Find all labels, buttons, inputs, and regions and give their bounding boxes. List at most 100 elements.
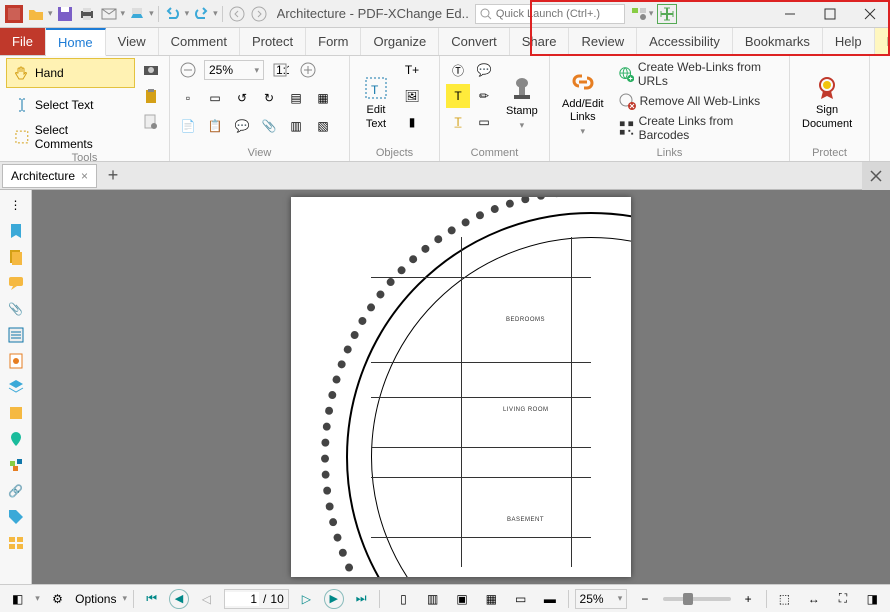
tab-protect[interactable]: Protect (240, 28, 306, 55)
stamp-button[interactable]: Stamp▾ (500, 58, 544, 147)
addedit-links-button[interactable]: Add/Edit Links▾ (556, 58, 610, 147)
fullscreen-icon[interactable]: ⛶ (831, 587, 854, 611)
page-viewer[interactable]: BEDROOMS LIVING ROOM BASEMENT (32, 190, 890, 584)
last-page-icon[interactable]: ⏭ (350, 587, 373, 611)
prev-page-button[interactable]: ◀ (169, 589, 188, 609)
search-input[interactable] (496, 8, 616, 20)
layout-facing-icon[interactable]: ▣ (450, 587, 473, 611)
print-icon[interactable] (77, 4, 97, 24)
sidebar-handle-icon[interactable]: ⋮ (5, 194, 27, 216)
3d-pane-icon[interactable] (5, 454, 27, 476)
tab-review[interactable]: Review (569, 28, 637, 55)
add-tab-button[interactable]: + (101, 164, 125, 188)
select-text-tool[interactable]: Select Text (6, 90, 135, 120)
tab-format[interactable]: Format (875, 28, 890, 55)
fields-pane-icon[interactable] (5, 324, 27, 346)
thumbnails-pane-icon[interactable] (5, 246, 27, 268)
fit-page-status-icon[interactable]: ⬚ (773, 587, 796, 611)
fit-width-icon[interactable]: ▭ (203, 86, 227, 110)
tab-accessibility[interactable]: Accessibility (637, 28, 733, 55)
create-weblinks-button[interactable]: Create Web-Links from URLs (614, 58, 783, 90)
signatures-pane-icon[interactable] (5, 350, 27, 372)
minimize-button[interactable] (770, 0, 810, 28)
tab-form[interactable]: Form (306, 28, 361, 55)
options-label[interactable]: Options (75, 592, 116, 606)
layout-continuous-icon[interactable]: ▥ (421, 587, 444, 611)
nav-next-icon[interactable] (249, 4, 269, 24)
tab-bookmarks[interactable]: Bookmarks (733, 28, 823, 55)
options-gear-icon[interactable]: ⚙ (46, 587, 69, 611)
view3-icon[interactable]: 💬 (230, 114, 254, 138)
left-panel-toggle-icon[interactable]: ◧ (6, 587, 29, 611)
undo-icon[interactable] (163, 4, 183, 24)
mail-icon[interactable] (99, 4, 119, 24)
comments-pane-icon[interactable] (5, 272, 27, 294)
note-icon[interactable]: 💬 (472, 58, 496, 82)
view4-icon[interactable]: ▥ (284, 114, 308, 138)
view2-icon[interactable]: 📋 (203, 114, 227, 138)
zoom-actual-icon[interactable]: 1:1 (268, 58, 292, 82)
document-tab[interactable]: Architecture× (2, 164, 97, 188)
page-number-field[interactable]: /10 (224, 589, 289, 609)
close-button[interactable] (850, 0, 890, 28)
rotate-right-icon[interactable]: ↻ (257, 86, 281, 110)
attach-icon[interactable]: 📎 (257, 114, 281, 138)
zoom-out-icon[interactable] (176, 58, 200, 82)
tab-view[interactable]: View (106, 28, 159, 55)
status-zoom-out-icon[interactable]: − (633, 587, 656, 611)
add-image-icon[interactable]: 🖼 (400, 84, 424, 108)
app-icon[interactable] (4, 4, 24, 24)
barcode-links-button[interactable]: Create Links from Barcodes (614, 112, 783, 144)
launch-icon[interactable] (657, 4, 677, 24)
pencil-icon[interactable]: ✏ (472, 84, 496, 108)
clipboard-icon[interactable] (139, 84, 163, 108)
view1-icon[interactable]: 📄 (176, 114, 200, 138)
layout-book-icon[interactable]: ▭ (509, 587, 532, 611)
content-pane-icon[interactable] (5, 402, 27, 424)
tab-home[interactable]: Home (46, 28, 106, 56)
page-layout-icon[interactable]: ▤ (284, 86, 308, 110)
tab-share[interactable]: Share (510, 28, 570, 55)
redo-icon[interactable] (191, 4, 211, 24)
close-all-button[interactable] (862, 162, 890, 190)
tab-close-icon[interactable]: × (81, 169, 88, 183)
layout-book2-icon[interactable]: ▬ (538, 587, 561, 611)
add-barcode-icon[interactable]: ▮ (400, 110, 424, 134)
quick-launch-search[interactable] (475, 4, 625, 24)
next-view-icon[interactable]: ▷ (295, 587, 318, 611)
links-pane-icon[interactable]: 🔗 (5, 480, 27, 502)
tab-convert[interactable]: Convert (439, 28, 510, 55)
page-layout2-icon[interactable]: ▦ (311, 86, 335, 110)
add-text-icon[interactable]: T+ (400, 58, 424, 82)
save-icon[interactable] (55, 4, 75, 24)
zoom-slider[interactable] (663, 597, 731, 601)
highlight-icon[interactable]: T (446, 84, 470, 108)
tags-pane-icon[interactable] (5, 506, 27, 528)
right-panel-toggle-icon[interactable]: ◨ (861, 587, 884, 611)
maximize-button[interactable] (810, 0, 850, 28)
rotate-left-icon[interactable]: ↺ (230, 86, 254, 110)
prev-view-icon[interactable]: ◁ (195, 587, 218, 611)
ui-options-icon[interactable] (629, 4, 649, 24)
snapshot-icon[interactable] (139, 58, 163, 82)
underline-icon[interactable]: T̲ (446, 110, 470, 134)
tab-file[interactable]: File (0, 28, 46, 55)
select-text-icon[interactable]: Ⓣ (446, 58, 470, 82)
next-page-button[interactable]: ▶ (324, 589, 343, 609)
layers-pane-icon[interactable] (5, 376, 27, 398)
zoom-in-icon[interactable] (296, 58, 320, 82)
open-icon[interactable] (26, 4, 46, 24)
destinations-pane-icon[interactable] (5, 428, 27, 450)
doc-settings-icon[interactable] (139, 110, 163, 134)
status-zoom-in-icon[interactable]: + (737, 587, 760, 611)
fit-page-icon[interactable]: ▫ (176, 86, 200, 110)
nav-prev-icon[interactable] (227, 4, 247, 24)
tab-organize[interactable]: Organize (361, 28, 439, 55)
edit-text-button[interactable]: T Edit Text (356, 58, 396, 147)
tab-help[interactable]: Help (823, 28, 875, 55)
tab-comment[interactable]: Comment (159, 28, 240, 55)
view5-icon[interactable]: ▧ (311, 114, 335, 138)
shape-icon[interactable]: ▭ (472, 110, 496, 134)
first-page-icon[interactable]: ⏮ (140, 587, 163, 611)
bookmarks-pane-icon[interactable] (5, 220, 27, 242)
